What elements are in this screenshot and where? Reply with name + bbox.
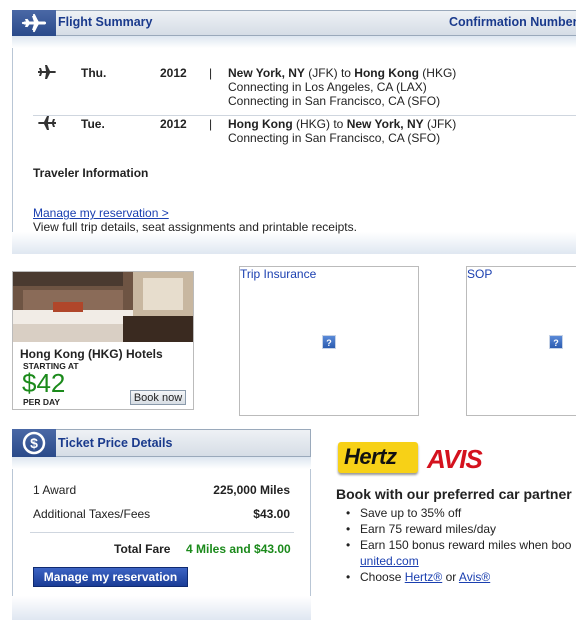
price-divider — [30, 532, 294, 533]
flight-year: 2012 — [160, 66, 187, 80]
car-rental-heading: Book with our preferred car partner — [336, 486, 572, 502]
hotel-room-image[interactable] — [13, 272, 193, 342]
avis-link[interactable]: Avis® — [459, 570, 490, 584]
hotel-per-day: PER DAY — [23, 397, 61, 407]
dollar-circle-icon: $ — [12, 429, 56, 457]
price-row-value: 225,000 Miles — [213, 483, 290, 497]
hotel-ad-title: Hong Kong (HKG) Hotels — [20, 347, 163, 361]
book-now-button[interactable]: Book now — [130, 390, 186, 405]
trip-insurance-label[interactable]: Trip Insurance — [240, 267, 316, 281]
origin-code: (JFK) — [308, 66, 338, 80]
question-icon: ? — [549, 335, 563, 349]
panel-shade — [12, 36, 576, 48]
origin-city: New York, NY — [228, 66, 305, 80]
airplane-icon — [37, 115, 57, 134]
flight-route: New York, NY (JFK) to Hong Kong (HKG) Co… — [228, 66, 456, 108]
price-row-label: 1 Award — [33, 483, 77, 497]
avis-logo[interactable]: AVIS — [427, 444, 483, 475]
or-text: or — [445, 570, 457, 584]
flight-year: 2012 — [160, 117, 187, 131]
hotel-price: $42 — [22, 368, 66, 398]
connection-text: Connecting in San Francisco, CA (SFO) — [228, 94, 441, 108]
flight-route: Hong Kong (HKG) to New York, NY (JFK) Co… — [228, 117, 456, 145]
manage-reservation-description: View full trip details, seat assignments… — [33, 220, 357, 234]
svg-text:$: $ — [30, 435, 38, 451]
price-row-value: $43.00 — [253, 507, 290, 521]
ticket-price-title: Ticket Price Details — [58, 436, 173, 450]
connection-text: Connecting in San Francisco, CA (SFO) — [228, 131, 441, 145]
list-item: Choose Hertz® or Avis® — [346, 569, 576, 585]
choose-text: Choose — [360, 570, 402, 584]
flight-divider — [33, 115, 576, 116]
destination-city: Hong Kong — [354, 66, 419, 80]
panel-shade — [12, 457, 311, 469]
sop-label[interactable]: SOP — [467, 267, 492, 281]
hertz-logo-text: Hertz — [344, 444, 397, 469]
hertz-logo[interactable]: Hertz — [338, 442, 418, 473]
airplane-icon — [12, 10, 56, 36]
manage-reservation-button[interactable]: Manage my reservation — [33, 567, 188, 587]
manage-reservation-link[interactable]: Manage my reservation > — [33, 206, 169, 220]
hertz-link[interactable]: Hertz® — [405, 570, 443, 584]
total-fare-value: 4 Miles and $43.00 — [186, 542, 291, 556]
destination-code: (HKG) — [422, 66, 457, 80]
united-link[interactable]: united.com — [360, 554, 419, 568]
list-item: Earn 150 bonus reward miles when boo uni… — [346, 537, 576, 569]
flight-summary-title: Flight Summary — [58, 15, 153, 29]
bonus-miles-text: Earn 150 bonus reward miles when boo — [360, 538, 572, 552]
destination-code: (JFK) — [426, 117, 457, 131]
total-fare-label: Total Fare — [114, 542, 171, 556]
route-to: to — [333, 117, 344, 131]
origin-code: (HKG) — [296, 117, 330, 131]
route-to: to — [340, 66, 351, 80]
origin-city: Hong Kong — [228, 117, 293, 131]
confirmation-number-label: Confirmation Number: — [449, 15, 576, 29]
panel-footer-band — [12, 596, 311, 620]
list-item: Earn 75 reward miles/day — [346, 521, 576, 537]
flight-day: Tue. — [81, 117, 105, 131]
flight-day: Thu. — [81, 66, 107, 80]
question-icon: ? — [322, 335, 336, 349]
list-item: Save up to 35% off — [346, 505, 576, 521]
airplane-icon — [37, 64, 57, 83]
separator: | — [209, 117, 213, 131]
destination-city: New York, NY — [346, 117, 424, 131]
traveler-information-heading: Traveler Information — [33, 166, 149, 180]
price-row-label: Additional Taxes/Fees — [33, 507, 151, 521]
car-benefits-list: Save up to 35% off Earn 75 reward miles/… — [346, 505, 576, 585]
separator: | — [209, 66, 213, 80]
panel-footer-band — [12, 232, 576, 254]
connection-text: Connecting in Los Angeles, CA (LAX) — [228, 80, 427, 94]
